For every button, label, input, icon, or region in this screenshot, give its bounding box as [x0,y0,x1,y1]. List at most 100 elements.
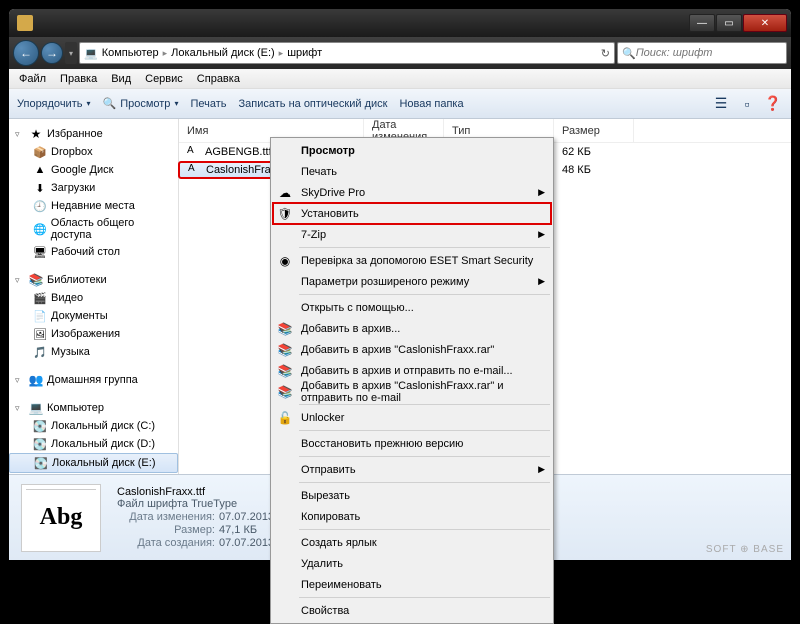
sidebar-item[interactable]: 📄Документы [9,307,178,325]
breadcrumb-sep: ▸ [279,48,284,59]
minimize-button[interactable]: — [689,14,715,32]
menu-item-label: Установить [301,208,359,220]
sidebar-item[interactable]: 💽Локальный диск (D:) [9,435,178,453]
context-menu-item[interactable]: 📚Добавить в архив и отправить по e-mail.… [273,360,551,381]
context-menu-item[interactable]: Просмотр [273,140,551,161]
view-options-button[interactable]: ☰ [711,94,731,114]
context-menu-item[interactable]: 📚Добавить в архив "CaslonishFraxx.rar" [273,339,551,360]
sidebar-item[interactable]: ⬇Загрузки [9,179,178,197]
menu-item-icon: ☁ [277,185,293,201]
menu-file[interactable]: Файл [13,71,52,87]
search-box[interactable]: 🔍 [617,42,787,64]
sidebar-item[interactable]: 🎬Видео [9,289,178,307]
context-menu-item[interactable]: Переименовать [273,574,551,595]
menu-item-label: Свойства [301,605,349,617]
sidebar-item[interactable]: ▲Google Диск [9,161,178,179]
menu-tools[interactable]: Сервис [139,71,189,87]
column-size[interactable]: Размер [554,119,634,142]
item-icon: ▲ [33,163,47,177]
item-icon: 🎵 [33,345,47,359]
sidebar-item[interactable]: 💽Локальный диск (E:) [9,453,178,473]
sidebar-group[interactable]: ▿📚Библиотеки [9,271,178,289]
sidebar-item[interactable]: 🌐Область общего доступа [9,215,178,243]
history-dropdown[interactable]: ▾ [65,42,77,64]
breadcrumb-segment[interactable]: Компьютер [102,47,159,59]
menu-item-label: Переименовать [301,579,382,591]
help-button[interactable]: ❓ [763,94,783,114]
preview-button[interactable]: 🔍Просмотр▾ [102,97,178,110]
search-input[interactable] [636,47,782,59]
breadcrumb-segment[interactable]: Локальный диск (E:) [171,47,275,59]
breadcrumb-segment[interactable]: шрифт [287,47,322,59]
menu-separator [299,482,550,483]
context-menu-item[interactable]: Удалить [273,553,551,574]
context-menu-item[interactable]: Параметри розширеного режиму▶ [273,271,551,292]
sidebar-group-label: Избранное [47,128,103,140]
item-icon: 🖥 [33,245,47,259]
font-file-icon: A [188,163,202,177]
maximize-button[interactable]: ▭ [716,14,742,32]
item-icon: ⬇ [33,181,47,195]
sidebar-item-label: Недавние места [51,200,135,212]
sidebar-item[interactable]: 📦Dropbox [9,143,178,161]
item-icon: 🖼 [33,327,47,341]
menu-item-icon: 📚 [277,321,293,337]
sidebar-group[interactable]: ▿💻Компьютер [9,399,178,417]
context-menu-item[interactable]: 🛡Установить [273,203,551,224]
sidebar-group-label: Домашняя группа [47,374,138,386]
menu-item-label: 7-Zip [301,229,326,241]
sidebar-group[interactable]: ▿★Избранное [9,125,178,143]
sidebar-item[interactable]: 💽Локальный диск (C:) [9,417,178,435]
context-menu-item[interactable]: Открыть с помощью... [273,297,551,318]
context-menu-item[interactable]: 7-Zip▶ [273,224,551,245]
preview-pane-button[interactable]: ▫ [737,94,757,114]
menu-help[interactable]: Справка [191,71,246,87]
breadcrumb-sep: ▸ [163,48,168,59]
context-menu-item[interactable]: Отправить▶ [273,459,551,480]
item-icon: 💽 [33,419,47,433]
context-menu[interactable]: ПросмотрПечать☁SkyDrive Pro▶🛡Установить7… [270,137,554,624]
context-menu-item[interactable]: Восстановить прежнюю версию [273,433,551,454]
menu-separator [299,294,550,295]
context-menu-item[interactable]: Вырезать [273,485,551,506]
back-button[interactable]: ← [13,40,39,66]
context-menu-item[interactable]: Создать ярлык [273,532,551,553]
context-menu-item[interactable]: 📚Добавить в архив... [273,318,551,339]
context-menu-item[interactable]: 📚Добавить в архив "CaslonishFraxx.rar" и… [273,381,551,402]
titlebar[interactable]: — ▭ ✕ [9,9,791,37]
menu-edit[interactable]: Правка [54,71,103,87]
organize-button[interactable]: Упорядочить▾ [17,98,90,110]
sidebar-item-label: Музыка [51,346,90,358]
sidebar-item[interactable]: 🖥 Рабочий стол [9,243,178,261]
preview-label: Размер: [117,524,215,536]
print-button[interactable]: Печать [190,98,226,110]
context-menu-item[interactable]: Свойства [273,600,551,621]
submenu-arrow-icon: ▶ [538,276,545,287]
forward-button[interactable]: → [41,42,63,64]
preview-value: 47,1 КБ [219,524,257,536]
context-menu-item[interactable]: Копировать [273,506,551,527]
newfolder-button[interactable]: Новая папка [399,98,463,110]
preview-label: Дата создания: [117,537,215,549]
menu-item-label: Открыть с помощью... [301,302,414,314]
context-menu-item[interactable]: Печать [273,161,551,182]
context-menu-item[interactable]: 🔓Unlocker [273,407,551,428]
menu-separator [299,597,550,598]
sidebar-group[interactable]: ▿👥Домашняя группа [9,371,178,389]
close-button[interactable]: ✕ [743,14,787,32]
sidebar-item-label: Локальный диск (E:) [52,457,156,469]
sidebar-item[interactable]: 🎵 Музыка [9,343,178,361]
navigation-pane[interactable]: ▿★Избранное📦Dropbox▲Google Диск⬇Загрузки… [9,119,179,474]
item-icon: 🎬 [33,291,47,305]
sidebar-item-label: Рабочий стол [51,246,120,258]
context-menu-item[interactable]: ◉Перевірка за допомогою ESET Smart Secur… [273,250,551,271]
breadcrumb[interactable]: 💻 Компьютер ▸ Локальный диск (E:) ▸ шриф… [79,42,615,64]
menu-item-label: Восстановить прежнюю версию [301,438,463,450]
context-menu-item[interactable]: ☁SkyDrive Pro▶ [273,182,551,203]
sidebar-item[interactable]: 🕘Недавние места [9,197,178,215]
menu-view[interactable]: Вид [105,71,137,87]
refresh-button[interactable]: ↻ [601,47,610,60]
menu-item-label: Вырезать [301,490,350,502]
burn-button[interactable]: Записать на оптический диск [239,98,388,110]
sidebar-item[interactable]: 🖼Изображения [9,325,178,343]
